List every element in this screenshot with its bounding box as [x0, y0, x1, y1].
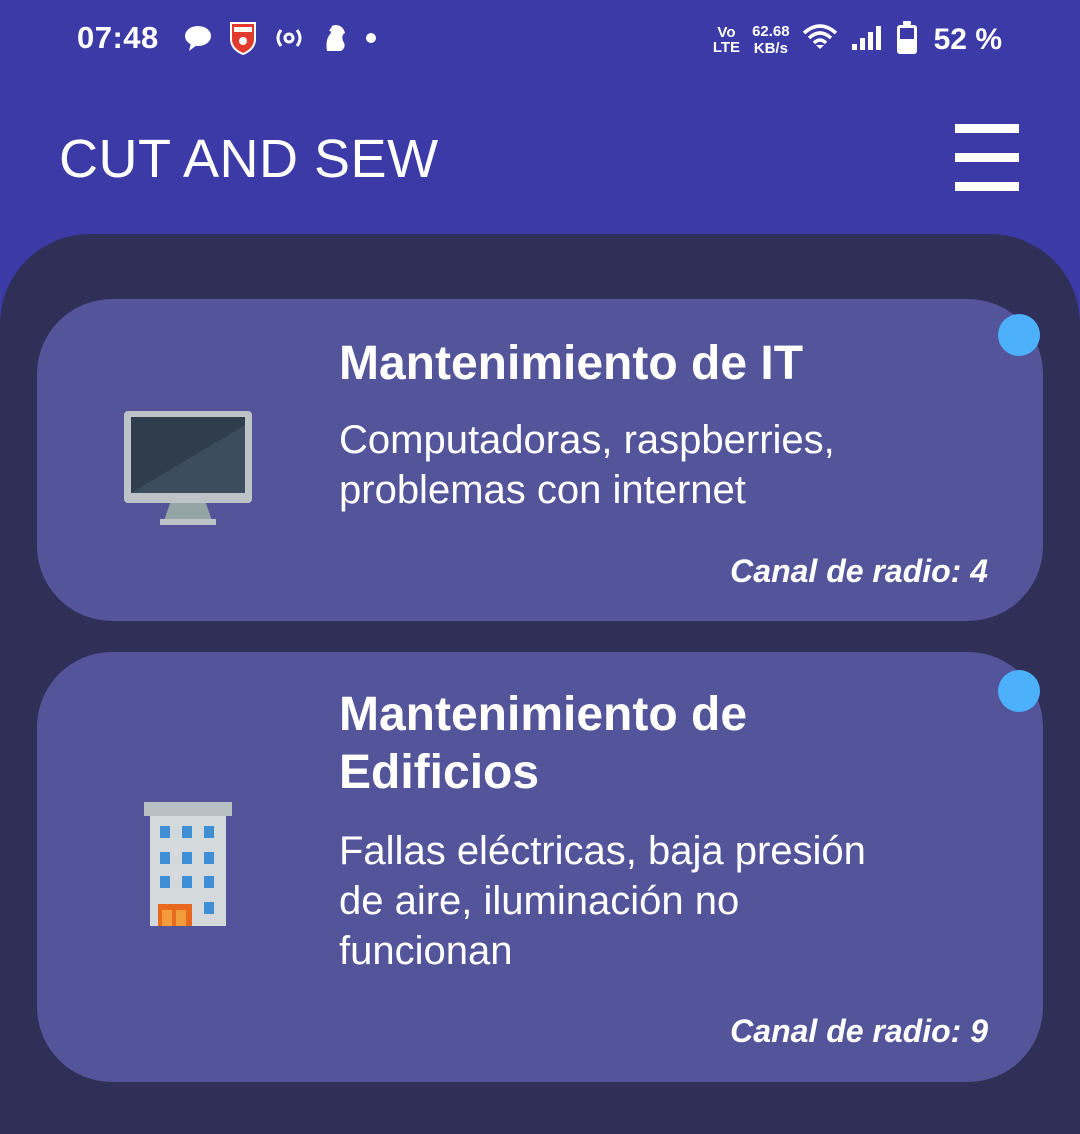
card-radio-channel: Canal de radio: 9: [730, 1013, 988, 1049]
card-building-maintenance[interactable]: Mantenimiento de Edificios Fallas eléctr…: [37, 652, 1043, 1082]
card-radio-channel: Canal de radio: 4: [730, 553, 988, 589]
status-time: 07:48: [77, 20, 159, 55]
indicator-dot: [998, 670, 1040, 712]
hamburger-menu-icon: [955, 124, 1019, 133]
battery-percent: 52 %: [933, 23, 1002, 56]
wifi-icon: [802, 23, 838, 58]
arsenal-badge-icon: [229, 21, 257, 60]
status-bar: 07:48 Vo LTE 62.68 KB/s 52 %: [0, 0, 1080, 80]
card-description: Fallas eléctricas, baja presión de aire,…: [339, 829, 866, 973]
volte-indicator: Vo LTE: [712, 24, 741, 56]
card-title: Mantenimiento de Edificios: [339, 688, 748, 799]
computer-monitor-icon: [122, 409, 254, 532]
signal-icon: [850, 24, 884, 57]
status-left-icons: [183, 21, 377, 60]
network-speed: 62.68 KB/s: [752, 23, 790, 57]
office-building-icon: [144, 800, 232, 933]
indicator-dot: [998, 314, 1040, 356]
battery-icon: [896, 20, 918, 60]
app-bar: CUT AND SEW: [0, 80, 1080, 235]
card-it-maintenance[interactable]: Mantenimiento de IT Computadoras, raspbe…: [37, 299, 1043, 621]
card-title: Mantenimiento de IT: [339, 337, 804, 390]
card-description: Computadoras, raspberries, problemas con…: [339, 418, 835, 512]
hotspot-icon: [273, 26, 305, 55]
chat-icon: [183, 24, 213, 57]
premier-league-icon: [321, 23, 349, 58]
menu-button[interactable]: [952, 122, 1022, 192]
app-title: CUT AND SEW: [59, 129, 439, 189]
status-right-icons: Vo LTE 62.68 KB/s 52 %: [713, 18, 1002, 62]
notification-dot-icon: [365, 31, 377, 49]
